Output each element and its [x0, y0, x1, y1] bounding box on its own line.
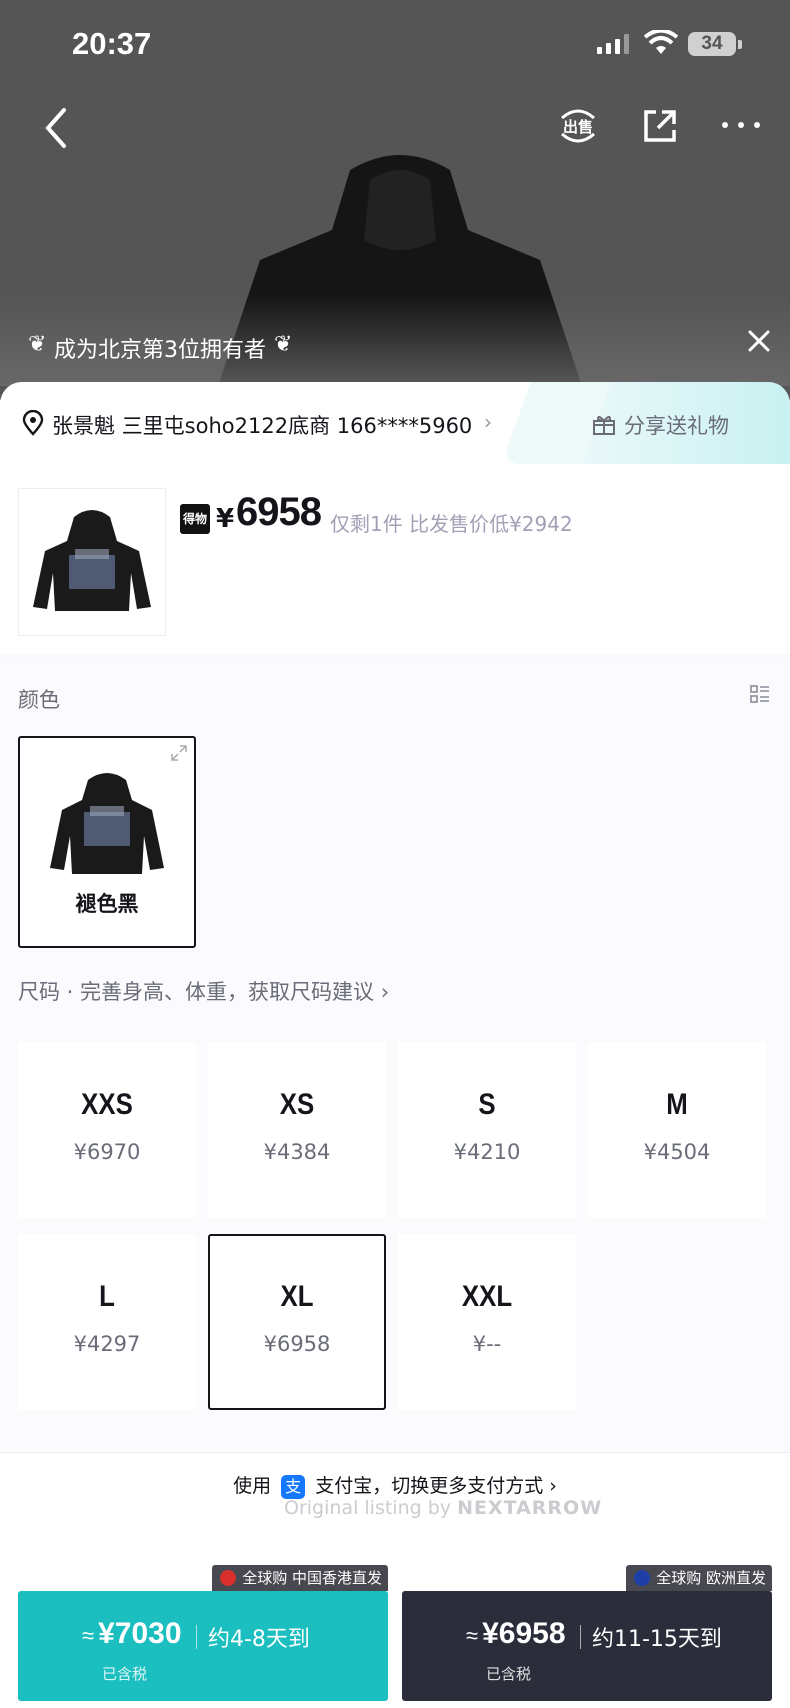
size-option-s[interactable]: S ¥4210: [398, 1042, 576, 1218]
separator: [580, 1625, 581, 1649]
purchase-sheet: 分享送礼物 张景魁 三里屯soho2122底商 166****5960 › 得物…: [0, 382, 790, 1708]
status-bar: 20:37 34: [0, 0, 790, 90]
status-time: 20:37: [72, 26, 152, 61]
size-price: ¥4384: [263, 1140, 331, 1164]
wifi-icon: [644, 30, 678, 54]
laurel-left-icon: ❦: [28, 332, 47, 357]
eu-tax-note: 已含税: [486, 1665, 532, 1683]
hk-price-value: ¥7030: [98, 1617, 182, 1650]
size-option-l[interactable]: L ¥4297: [18, 1234, 196, 1410]
share-gift-label[interactable]: 分享送礼物: [624, 410, 729, 440]
size-label: L: [99, 1280, 115, 1313]
price-note: 仅剩1件 比发售价低¥2942: [330, 512, 573, 536]
size-option-xl[interactable]: XL ¥6958: [208, 1234, 386, 1410]
hk-tag-text: 全球购 中国香港直发: [242, 1569, 382, 1587]
size-price: ¥--: [472, 1332, 502, 1356]
size-option-xs[interactable]: XS ¥4384: [208, 1042, 386, 1218]
sell-label: 出售: [563, 118, 593, 136]
hk-delivery-days: 约4-8天到: [208, 1627, 310, 1652]
color-swatch-image: [50, 773, 164, 874]
hk-shipping-tag: 全球购 中国香港直发: [212, 1565, 388, 1591]
chevron-right-icon: ›: [549, 1475, 557, 1497]
size-label: XXS: [81, 1088, 133, 1121]
size-price: ¥4297: [73, 1332, 141, 1356]
close-icon[interactable]: [744, 326, 774, 356]
size-option-xxl[interactable]: XXL ¥--: [398, 1234, 576, 1410]
color-option-name: 褪色黑: [75, 892, 139, 916]
product-thumbnail[interactable]: [18, 488, 166, 636]
size-option-m[interactable]: M ¥4504: [588, 1042, 766, 1218]
watermark-brand: NEXTARROW: [457, 1497, 603, 1519]
size-label: XS: [279, 1088, 315, 1121]
separator: [196, 1625, 197, 1649]
recipient-phone: 166****5960: [336, 414, 473, 438]
eu-shipping-tag: 全球购 欧洲直发: [626, 1565, 772, 1591]
gift-icon: [593, 415, 615, 435]
laurel-right-icon: ❦: [274, 332, 293, 357]
battery-indicator: 34: [688, 32, 736, 56]
product-hero: 20:37 34 出售 ❦ 成为北京第3位拥有者 ❦: [0, 0, 790, 400]
approx-symbol: ≈: [466, 1623, 479, 1648]
eu-delivery-days: 约11-15天到: [592, 1627, 722, 1652]
color-section-title: 颜色: [18, 688, 60, 712]
eu-flag-icon: [634, 1570, 651, 1586]
eu-price: ≈ ¥6958: [466, 1617, 566, 1651]
recipient-name: 张景魁: [52, 414, 115, 438]
size-price: ¥4210: [453, 1140, 521, 1164]
payment-method-switch[interactable]: 使用 支 支付宝，切换更多支付方式 ›: [0, 1471, 790, 1499]
size-price: ¥6958: [263, 1332, 331, 1356]
hk-tax-note: 已含税: [102, 1665, 148, 1683]
payment-prefix: 使用: [233, 1475, 272, 1497]
size-label: S: [478, 1088, 496, 1121]
location-pin-icon: [22, 410, 44, 436]
checkout-bar: 使用 支 支付宝，切换更多支付方式 › Original listing by …: [0, 1452, 790, 1708]
buy-hk-button[interactable]: 全球购 中国香港直发 ≈ ¥7030 约4-8天到 已含税: [18, 1565, 388, 1701]
hk-price: ≈ ¥7030: [82, 1617, 182, 1651]
payment-method: 支付宝，切换更多支付方式: [315, 1475, 544, 1497]
color-option-card[interactable]: 褪色黑: [18, 736, 196, 948]
sell-button[interactable]: 出售: [556, 104, 600, 148]
delivery-address[interactable]: 张景魁 三里屯soho2122底商 166****5960: [52, 410, 472, 440]
size-option-xxs[interactable]: XXS ¥6970: [18, 1042, 196, 1218]
list-view-icon[interactable]: [750, 684, 770, 704]
buy-eu-button[interactable]: 全球购 欧洲直发 ≈ ¥6958 约11-15天到 已含税: [402, 1565, 772, 1701]
size-label: XXL: [461, 1280, 513, 1313]
hoodie-thumbnail-image: [33, 510, 151, 611]
selected-price: 6958: [236, 490, 322, 534]
size-price: ¥4504: [643, 1140, 711, 1164]
back-icon[interactable]: [36, 104, 76, 152]
expand-icon[interactable]: [170, 744, 188, 762]
sell-icon: 出售: [561, 109, 595, 143]
share-icon[interactable]: [640, 106, 680, 146]
currency-symbol: ¥: [216, 504, 235, 534]
address-detail: 三里屯soho2122底商: [121, 414, 331, 438]
eu-tag-text: 全球购 欧洲直发: [656, 1569, 766, 1587]
signal-icon: [597, 34, 629, 54]
divider: [0, 654, 790, 664]
size-label: M: [666, 1088, 688, 1121]
owner-banner-text: 成为北京第3位拥有者: [54, 338, 266, 363]
eu-price-value: ¥6958: [482, 1617, 566, 1650]
hk-flag-icon: [220, 1570, 237, 1586]
watermark-text: Original listing by: [284, 1497, 452, 1519]
approx-symbol: ≈: [82, 1623, 95, 1648]
watermark: Original listing by NEXTARROW: [284, 1497, 602, 1519]
brand-badge: 得物: [180, 504, 210, 534]
size-section-title[interactable]: 尺码 · 完善身高、体重，获取尺码建议 ›: [18, 976, 389, 1006]
chevron-right-icon: ›: [484, 410, 492, 434]
battery-tip: [738, 40, 742, 49]
alipay-icon: 支: [281, 1474, 306, 1499]
more-icon[interactable]: [716, 110, 766, 140]
size-price: ¥6970: [73, 1140, 141, 1164]
size-label: XL: [280, 1280, 314, 1313]
